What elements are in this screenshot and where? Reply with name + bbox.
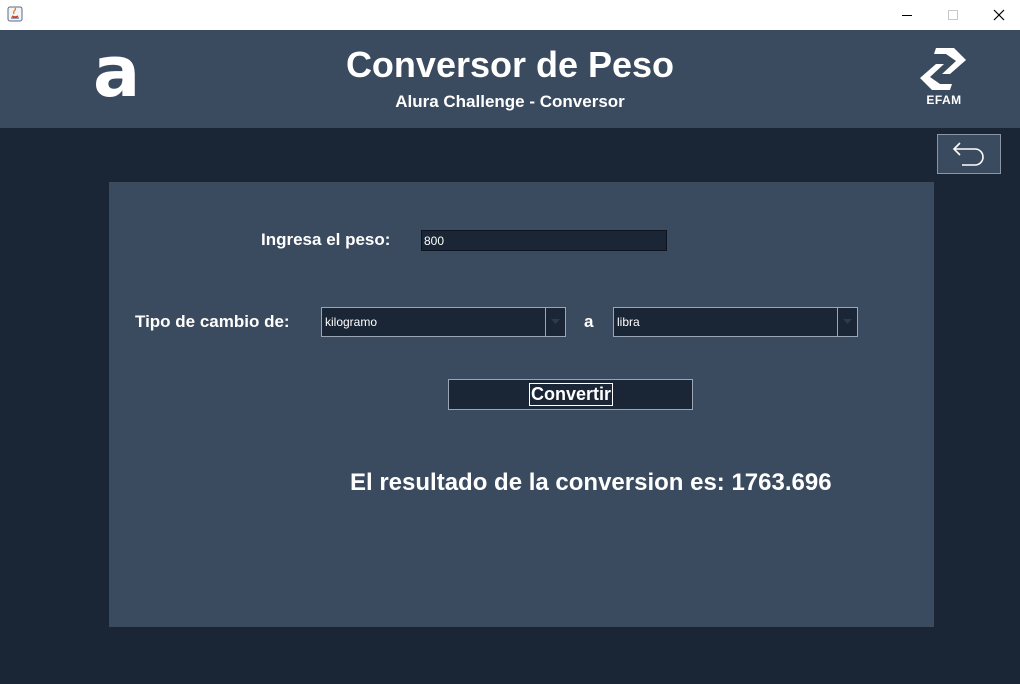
minimize-icon — [902, 15, 912, 16]
to-unit-value: libra — [617, 315, 640, 329]
tipo-cambio-label: Tipo de cambio de: — [135, 312, 290, 331]
window-titlebar — [0, 0, 1020, 30]
chevron-down-icon — [843, 319, 852, 324]
peso-label: Ingresa el peso: — [261, 230, 391, 249]
maximize-button[interactable] — [930, 0, 976, 30]
chevron-down-icon — [551, 319, 560, 324]
close-icon — [993, 9, 1005, 21]
from-unit-value: kilogramo — [325, 315, 378, 329]
connector-label: a — [584, 312, 594, 331]
page-subtitle: Alura Challenge - Conversor — [395, 92, 625, 111]
from-unit-select[interactable]: kilogramo — [321, 307, 566, 337]
efam-logo: EFAM — [914, 46, 974, 108]
efam-logo-icon — [920, 48, 966, 90]
convert-button[interactable]: Convertir — [448, 379, 693, 410]
back-button[interactable] — [937, 134, 1001, 174]
peso-input[interactable] — [421, 230, 667, 251]
efam-logo-text: EFAM — [926, 93, 962, 107]
from-unit-dropdown-button[interactable] — [545, 308, 565, 336]
to-unit-dropdown-button[interactable] — [837, 308, 857, 336]
minimize-button[interactable] — [884, 0, 930, 30]
maximize-icon — [948, 10, 958, 20]
convert-button-label: Convertir — [529, 383, 614, 406]
back-arrow-icon — [952, 142, 984, 166]
java-icon — [7, 6, 23, 22]
page-title: Conversor de Peso — [345, 44, 675, 85]
result-text: El resultado de la conversion es: 1763.6… — [350, 469, 832, 496]
close-button[interactable] — [976, 0, 1020, 30]
to-unit-select[interactable]: libra — [613, 307, 858, 337]
